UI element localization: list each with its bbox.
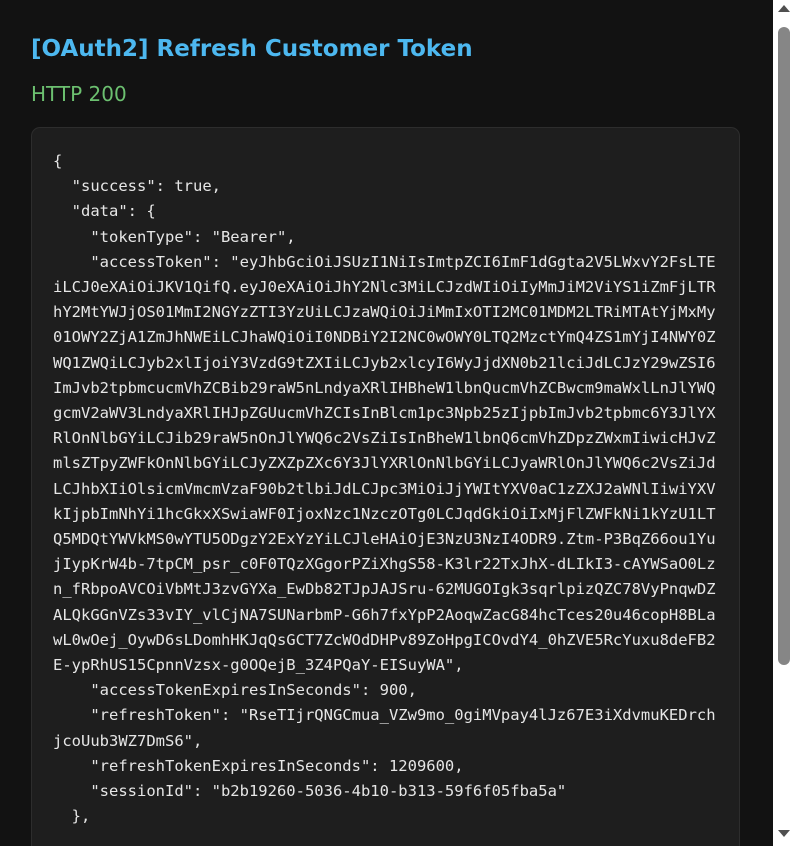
scrollbar-thumb[interactable]: [778, 27, 790, 665]
scroll-down-arrow-icon[interactable]: [778, 830, 790, 837]
http-status-label: HTTP 200: [31, 82, 127, 106]
response-body-panel: { "success": true, "data": { "tokenType"…: [31, 127, 740, 846]
vertical-scrollbar[interactable]: [773, 0, 795, 846]
page-title: [OAuth2] Refresh Customer Token: [31, 36, 473, 62]
page: { "header": { "title": "[OAuth2] Refresh…: [0, 0, 795, 846]
scroll-up-arrow-icon[interactable]: [778, 5, 790, 12]
response-json-text: { "success": true, "data": { "tokenType"…: [53, 152, 716, 826]
